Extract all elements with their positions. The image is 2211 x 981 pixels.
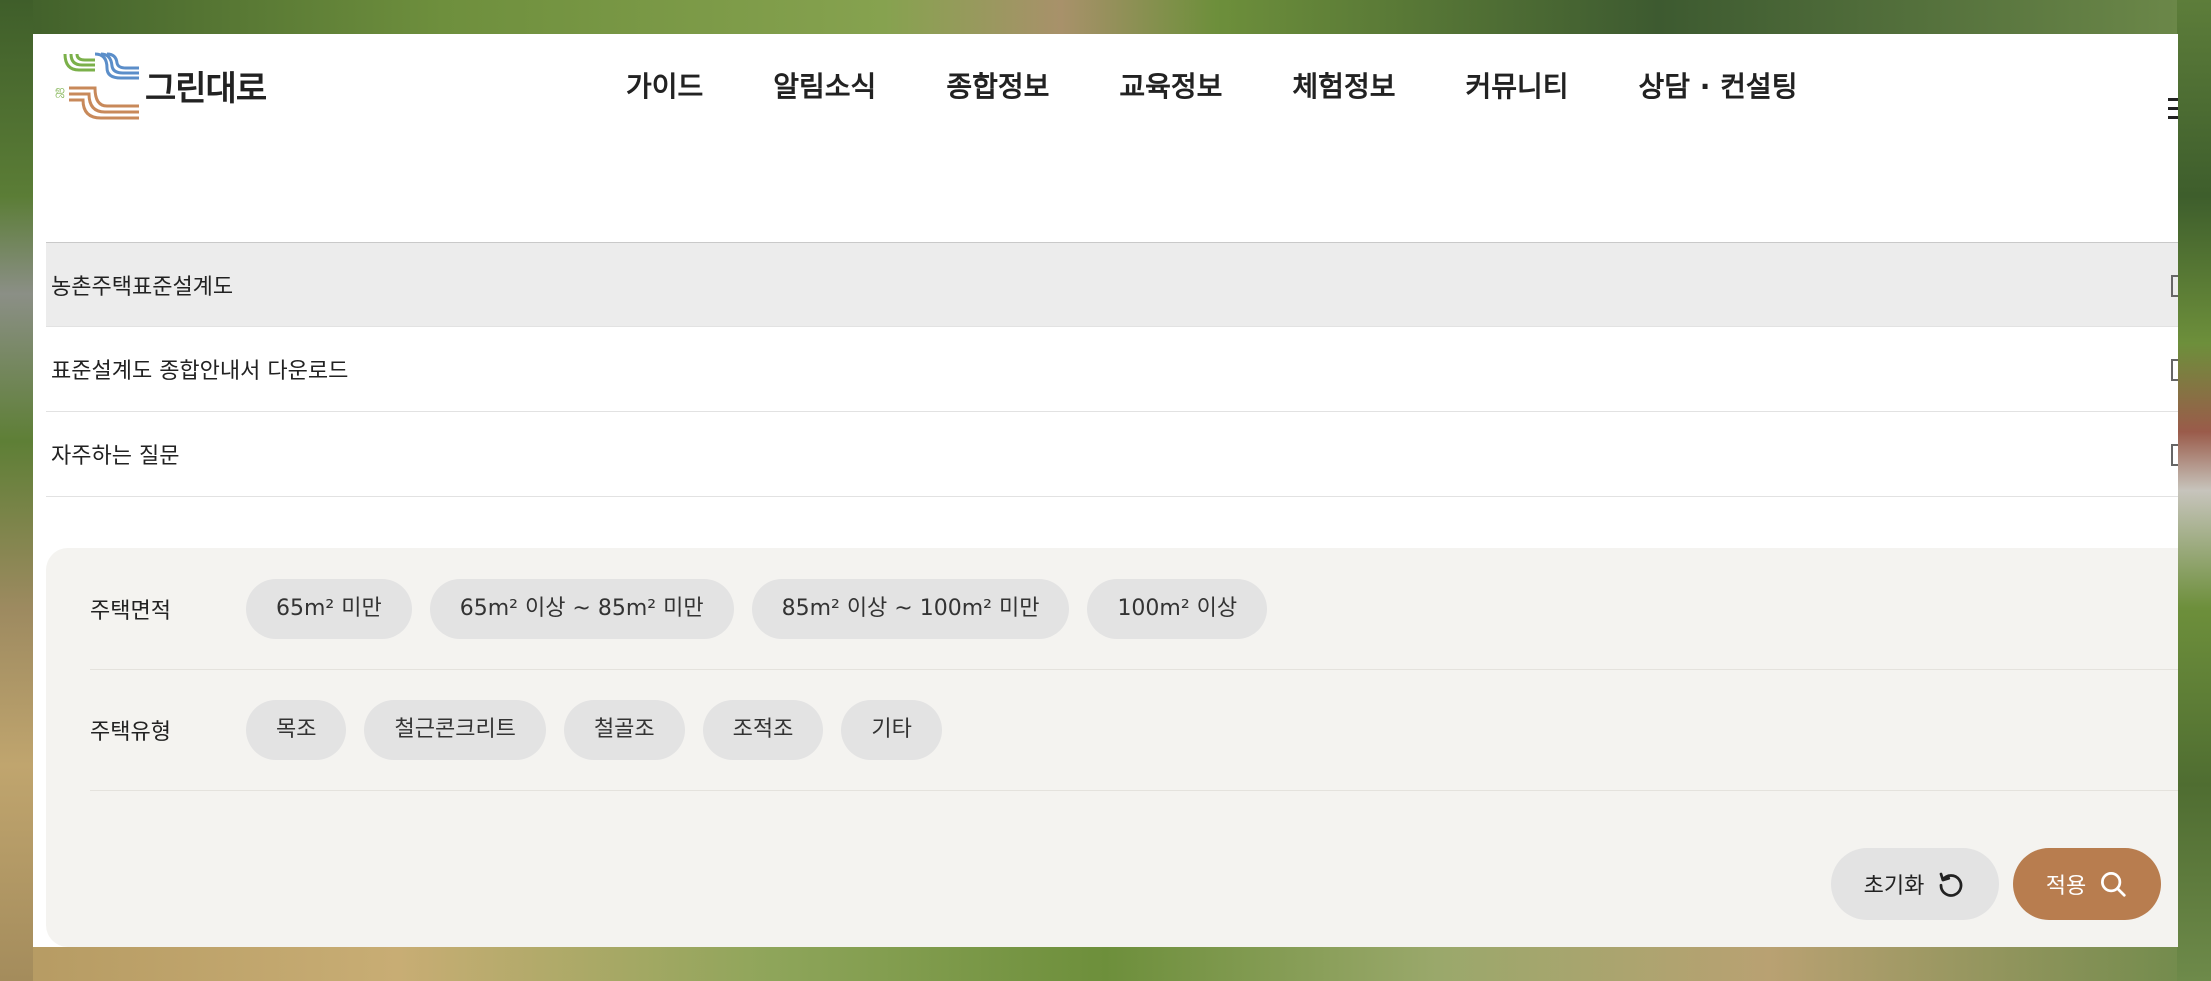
hamburger-menu-icon[interactable] xyxy=(2168,98,2178,124)
main-navigation: 가이드 알림소식 종합정보 교육정보 체험정보 커뮤니티 상담 · 컨설팅 xyxy=(626,62,1797,112)
reset-button-label: 초기화 xyxy=(1863,874,1925,899)
svg-text:ஜ: ஜ xyxy=(55,83,65,98)
list-item[interactable]: 표준설계도 종합안내서 다운로드 xyxy=(46,327,2178,412)
reset-button[interactable]: 초기화 xyxy=(1831,848,1999,920)
filter-row-type: 주택유형 목조 철근콘크리트 철골조 조적조 기타 xyxy=(90,670,2178,791)
search-icon xyxy=(2101,872,2126,897)
area-chip-85-100[interactable]: 85m² 이상 ~ 100m² 미만 xyxy=(751,578,1070,639)
nav-item-guide[interactable]: 가이드 xyxy=(626,62,703,112)
logo-mark-icon: ஜ xyxy=(55,52,139,120)
site-header: ஜ 그린대로 가이드 알림소식 종합정보 교육정보 체험정보 커뮤니티 상담 ·… xyxy=(33,34,2178,146)
apply-button-label: 적용 xyxy=(2045,874,2087,899)
filter-label-area: 주택면적 xyxy=(90,598,171,624)
filter-label-type: 주택유형 xyxy=(90,720,171,745)
apply-button[interactable]: 적용 xyxy=(2013,848,2161,920)
nav-item-community[interactable]: 커뮤니티 xyxy=(1465,62,1568,112)
expand-icon xyxy=(2171,359,2178,381)
list-item-label: 자주하는 질문 xyxy=(51,444,180,469)
filter-panel: 주택면적 65m² 미만 65m² 이상 ~ 85m² 미만 85m² 이상 ~… xyxy=(46,548,2178,947)
type-chip-reinforced-concrete[interactable]: 철근콘크리트 xyxy=(364,700,546,760)
main-panel: ஜ 그린대로 가이드 알림소식 종합정보 교육정보 체험정보 커뮤니티 상담 ·… xyxy=(33,34,2178,947)
site-logo[interactable]: ஜ 그린대로 xyxy=(55,48,267,122)
logo-text: 그린대로 xyxy=(145,68,267,109)
filter-actions: 초기화 적용 xyxy=(1831,848,2161,920)
nav-item-education[interactable]: 교육정보 xyxy=(1119,62,1222,112)
expand-icon xyxy=(2171,444,2178,466)
type-chip-steel[interactable]: 철골조 xyxy=(563,700,685,760)
nav-item-news[interactable]: 알림소식 xyxy=(773,62,876,112)
filter-row-area: 주택면적 65m² 미만 65m² 이상 ~ 85m² 미만 85m² 이상 ~… xyxy=(90,548,2178,670)
type-chip-wood[interactable]: 목조 xyxy=(246,700,347,760)
list-item-label: 농촌주택표준설계도 xyxy=(51,274,234,300)
area-chip-65-85[interactable]: 65m² 이상 ~ 85m² 미만 xyxy=(429,578,734,639)
nav-item-general-info[interactable]: 종합정보 xyxy=(946,62,1049,112)
nav-item-consulting[interactable]: 상담 · 컨설팅 xyxy=(1639,62,1798,112)
list-item[interactable]: 자주하는 질문 xyxy=(46,412,2178,497)
type-chip-other[interactable]: 기타 xyxy=(841,700,942,760)
expand-icon xyxy=(2171,275,2178,297)
type-chip-masonry[interactable]: 조적조 xyxy=(702,700,824,760)
list-item[interactable]: 농촌주택표준설계도 xyxy=(46,242,2178,327)
list-item-label: 표준설계도 종합안내서 다운로드 xyxy=(51,359,349,384)
nav-item-experience[interactable]: 체험정보 xyxy=(1292,62,1395,112)
submenu-list: 농촌주택표준설계도 표준설계도 종합안내서 다운로드 자주하는 질문 xyxy=(46,242,2178,497)
refresh-icon xyxy=(1939,872,1963,897)
area-chip-under-65[interactable]: 65m² 미만 xyxy=(246,578,412,639)
area-chip-over-100[interactable]: 100m² 이상 xyxy=(1087,578,1268,639)
